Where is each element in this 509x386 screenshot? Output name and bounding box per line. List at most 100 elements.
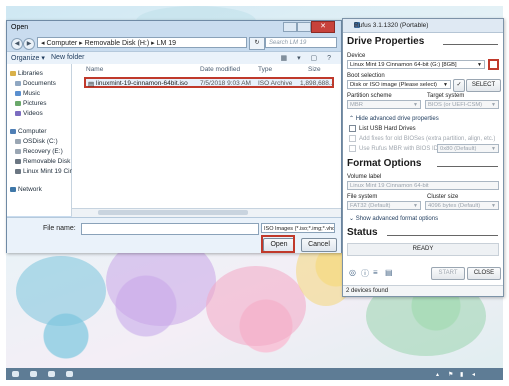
tray-volume-icon[interactable]: ◂ [472, 371, 475, 378]
file-type-filter[interactable]: ISO Images (*.iso;*.img;*.vhd;... [261, 223, 335, 233]
chevron-down-icon: ▼ [477, 62, 482, 68]
target-system-select[interactable]: BIOS (or UEFI-CSM) ▼ [425, 100, 499, 109]
tray-arrow-icon[interactable]: ▴ [436, 371, 439, 378]
cluster-size-select[interactable]: 4096 bytes (Default) ▼ [425, 201, 499, 210]
column-size[interactable]: Size [308, 66, 321, 73]
back-button[interactable]: ◀ [11, 38, 23, 50]
new-folder-button[interactable]: New folder [51, 54, 84, 61]
chevron-down-icon: ⌄ [349, 216, 356, 222]
partition-value: MBR [350, 102, 363, 108]
open-file-dialog: Open ✕ ◀ ▶ ◂ Computer ▸ Removable Disk (… [6, 20, 342, 253]
add-fixes-checkbox[interactable]: Add fixes for old BIOSes (extra partitio… [349, 135, 495, 142]
organize-button[interactable]: Organize ▾ [11, 54, 45, 62]
column-type[interactable]: Type [258, 66, 272, 73]
documents-icon [15, 80, 21, 86]
partition-scheme-label: Partition scheme [347, 93, 392, 99]
maximize-button[interactable] [297, 22, 311, 32]
videos-icon [15, 110, 21, 116]
volume-label-label: Volume label [347, 174, 382, 180]
close-icon[interactable]: ✕ [354, 22, 497, 30]
start-button[interactable]: START [431, 267, 465, 280]
nav-videos[interactable]: Videos [15, 110, 43, 117]
pictures-icon [15, 100, 21, 106]
target-system-label: Target system [427, 93, 465, 99]
hide-advanced-toggle[interactable]: ⌃ Hide advanced drive properties [349, 115, 439, 122]
forward-button[interactable]: ▶ [23, 38, 35, 50]
bios-id-value: 0x80 (Default) [440, 146, 477, 152]
check-icon[interactable]: ✓ [453, 79, 465, 92]
taskbar-app-icon[interactable] [66, 371, 73, 377]
drive-properties-heading: Drive Properties [347, 36, 425, 47]
file-size: 1,898,688... [300, 80, 335, 87]
chevron-down-icon: ▼ [413, 203, 418, 209]
file-name-input[interactable] [81, 223, 259, 235]
usb-drive-icon [15, 158, 21, 164]
settings-icon[interactable]: ≡ [373, 268, 378, 277]
nav-pictures[interactable]: Pictures [15, 100, 46, 107]
file-system-select[interactable]: FAT32 (Default) ▼ [347, 201, 421, 210]
nav-computer[interactable]: Computer [10, 128, 47, 135]
network-icon [10, 186, 16, 192]
boot-value: Disk or ISO image (Please select) [350, 82, 437, 88]
nav-removable-disk[interactable]: Removable Disk (I [15, 158, 76, 165]
close-button[interactable]: ✕ [311, 21, 335, 33]
status-heading: Status [347, 227, 378, 238]
checkbox-label: List USB Hard Drives [359, 126, 416, 133]
log-icon[interactable]: ▤ [385, 268, 393, 277]
scrollbar-thumb[interactable] [98, 210, 248, 215]
device-label: Device [347, 53, 366, 59]
save-drive-button-highlight[interactable] [488, 59, 499, 70]
file-date: 7/5/2018 9:03 AM [200, 80, 251, 87]
refresh-icon[interactable]: ↻ [249, 37, 265, 50]
select-button[interactable]: SELECT [466, 79, 501, 92]
info-icon[interactable]: ⓘ [361, 268, 369, 279]
status-progress-bar: READY [347, 243, 499, 256]
nav-label: Libraries [18, 70, 43, 77]
usb-drive-icon [15, 168, 21, 174]
tray-flag-icon[interactable]: ⚑ [448, 371, 453, 378]
dialog-title: Open [11, 24, 29, 31]
show-advanced-format-toggle[interactable]: ⌄ Show advanced format options [349, 215, 438, 222]
list-usb-checkbox[interactable]: List USB Hard Drives [349, 125, 416, 132]
horizontal-scrollbar[interactable] [72, 208, 341, 217]
chevron-down-icon: ▼ [443, 82, 448, 88]
divider [443, 44, 498, 45]
cancel-button[interactable]: Cancel [301, 238, 337, 252]
bios-id-select[interactable]: 0x80 (Default) ▼ [437, 144, 499, 153]
partition-scheme-select[interactable]: MBR ▼ [347, 100, 421, 109]
devices-found-status: 2 devices found [343, 285, 503, 296]
computer-icon [10, 128, 16, 134]
volume-label-input[interactable]: Linux Mint 19 Cinnamon 64-bit [347, 181, 499, 190]
view-options-icon[interactable]: ▦ ▾ ▢ ? [281, 54, 335, 62]
start-button-icon[interactable] [12, 371, 19, 377]
nav-linux-mint-drive[interactable]: Linux Mint 19 Cinn [15, 168, 77, 175]
globe-icon[interactable]: ◎ [349, 268, 356, 277]
device-select[interactable]: Linux Mint 19 Cinnamon 64-bit (G:) [8GB]… [347, 60, 485, 69]
use-bios-id-checkbox[interactable]: Use Rufus MBR with BIOS ID [349, 145, 438, 152]
boot-selection-label: Boot selection [347, 73, 385, 79]
column-name[interactable]: Name [86, 66, 103, 73]
nav-documents[interactable]: Documents [15, 80, 56, 87]
music-icon [15, 90, 21, 96]
taskbar-app-icon[interactable] [48, 371, 55, 377]
breadcrumb[interactable]: ◂ Computer ▸ Removable Disk (H:) ▸ LM 19 [37, 37, 247, 48]
nav-label: Removable Disk (I [23, 158, 77, 165]
nav-libraries[interactable]: Libraries [10, 70, 43, 77]
minimize-button[interactable] [283, 22, 297, 32]
search-input[interactable]: Search LM 19 [265, 37, 337, 48]
nav-network[interactable]: Network [10, 186, 42, 193]
volume-value: Linux Mint 19 Cinnamon 64-bit [350, 183, 429, 189]
navigation-pane: Libraries Documents Music Pictures Video… [7, 64, 77, 216]
cluster-value: 4096 bytes (Default) [428, 203, 481, 209]
tray-network-icon[interactable]: ▮ [460, 371, 463, 378]
hide-advanced-label: Hide advanced drive properties [355, 116, 439, 122]
nav-label: Network [18, 186, 42, 193]
file-row[interactable]: ▤ linuxmint-19-cinnamon-64bit.iso 7/5/20… [84, 77, 334, 88]
nav-recovery[interactable]: Recovery (E:) [15, 148, 63, 155]
boot-selection-select[interactable]: Disk or ISO image (Please select) ▼ [347, 80, 451, 89]
nav-osdisk[interactable]: OSDisk (C:) [15, 138, 58, 145]
nav-music[interactable]: Music [15, 90, 40, 97]
column-date-modified[interactable]: Date modified [200, 66, 240, 73]
close-button[interactable]: CLOSE [467, 267, 501, 280]
taskbar-app-icon[interactable] [30, 371, 37, 377]
